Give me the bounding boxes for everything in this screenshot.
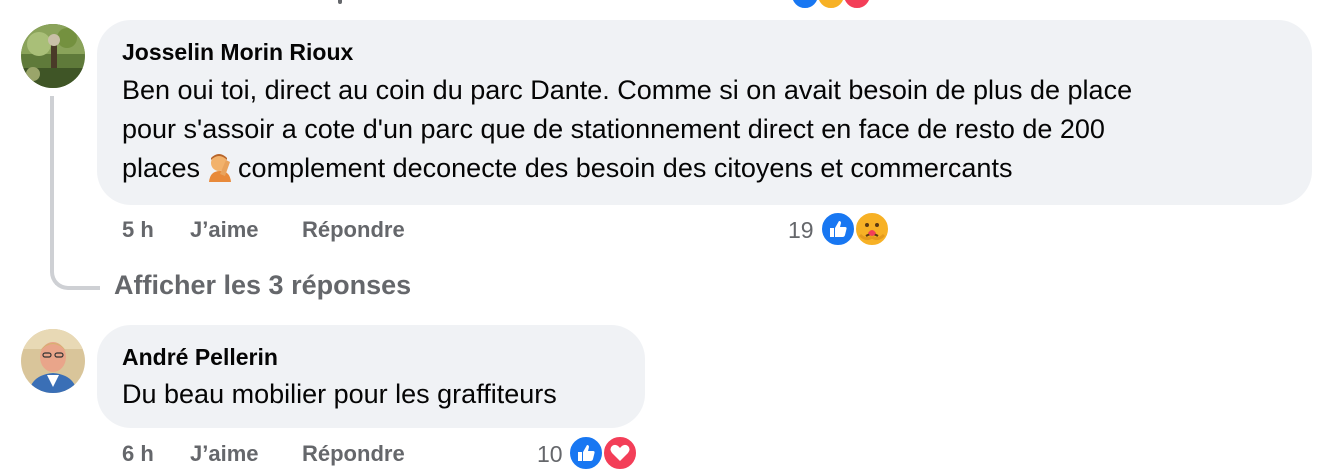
comment-text-line: pour s'assoir a cote d'un parc que de st… [122, 114, 1105, 144]
care-reaction-icon[interactable] [854, 211, 890, 247]
love-reaction-icon[interactable] [602, 435, 638, 471]
previous-reactions-fragment[interactable] [790, 0, 890, 10]
comment-text-line: places complement deconecte des besoin d… [122, 149, 1302, 188]
reaction-count[interactable]: 19 [788, 217, 814, 244]
like-reaction-icon[interactable] [568, 435, 604, 471]
love-reaction-icon [842, 0, 872, 10]
avatar[interactable] [21, 24, 85, 88]
like-button[interactable]: J’aime [190, 217, 259, 243]
thread-line [50, 96, 54, 264]
comments-section: Josselin Morin Rioux Ben oui toi, direct… [0, 0, 1328, 476]
reaction-count[interactable]: 10 [537, 441, 563, 468]
facepalm-emoji-icon [209, 154, 232, 182]
comment-text-fragment: places [122, 153, 201, 183]
reply-button[interactable]: Répondre [302, 217, 405, 243]
view-replies-link[interactable]: Afficher les 3 réponses [114, 270, 411, 301]
like-reaction-icon[interactable] [820, 211, 856, 247]
avatar-photo [21, 24, 85, 88]
comment-timestamp[interactable]: 5 h [122, 217, 154, 243]
comment-author[interactable]: André Pellerin [122, 344, 278, 371]
avatar[interactable] [21, 329, 85, 393]
comment-timestamp[interactable]: 6 h [122, 441, 154, 467]
comment-text-line: Ben oui toi, direct au coin du parc Dant… [122, 75, 1133, 105]
reply-button[interactable]: Répondre [302, 441, 405, 467]
thread-connector [50, 264, 100, 290]
like-reaction-icon [790, 0, 820, 10]
comment-text: Ben oui toi, direct au coin du parc Dant… [122, 71, 1302, 188]
haha-reaction-icon [816, 0, 846, 10]
comment-text-fragment: complement deconecte des besoin des cito… [238, 153, 1013, 183]
like-button[interactable]: J’aime [190, 441, 259, 467]
comment-author[interactable]: Josselin Morin Rioux [122, 39, 353, 66]
comment-text: Du beau mobilier pour les graffiteurs [122, 379, 557, 409]
previous-comment-fragment [338, 0, 342, 4]
avatar-photo [21, 329, 85, 393]
